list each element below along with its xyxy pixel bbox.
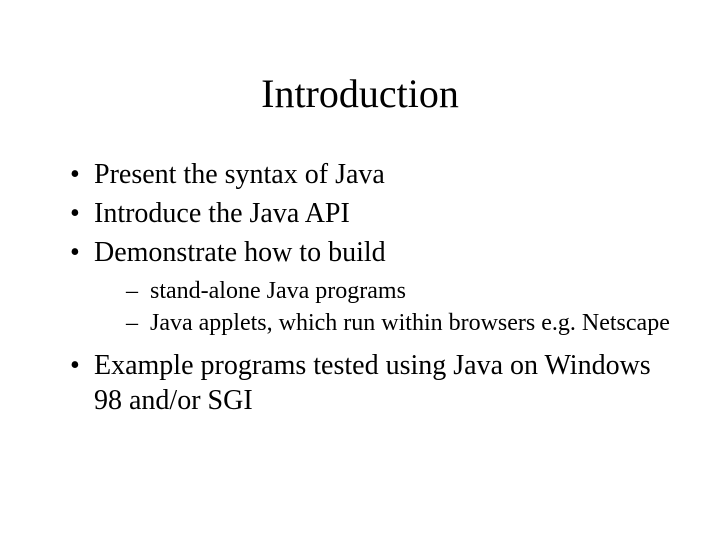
list-item: Demonstrate how to build stand-alone Jav… — [70, 235, 670, 338]
sub-bullet-list: stand-alone Java programs Java applets, … — [94, 276, 670, 338]
sub-bullet-text: Java applets, which run within browsers … — [150, 310, 670, 336]
list-item: Example programs tested using Java on Wi… — [70, 348, 670, 418]
bullet-text: Introduce the Java API — [94, 198, 350, 229]
bullet-list: Present the syntax of Java Introduce the… — [50, 157, 670, 418]
list-item: Introduce the Java API — [70, 196, 670, 231]
bullet-text: Present the syntax of Java — [94, 159, 385, 190]
bullet-text: Example programs tested using Java on Wi… — [94, 350, 651, 416]
slide-title: Introduction — [50, 70, 670, 117]
slide: Introduction Present the syntax of Java … — [0, 0, 720, 540]
bullet-text: Demonstrate how to build — [94, 237, 386, 268]
list-item: Present the syntax of Java — [70, 157, 670, 192]
list-item: stand-alone Java programs — [126, 276, 670, 306]
sub-bullet-text: stand-alone Java programs — [150, 278, 406, 304]
list-item: Java applets, which run within browsers … — [126, 308, 670, 338]
